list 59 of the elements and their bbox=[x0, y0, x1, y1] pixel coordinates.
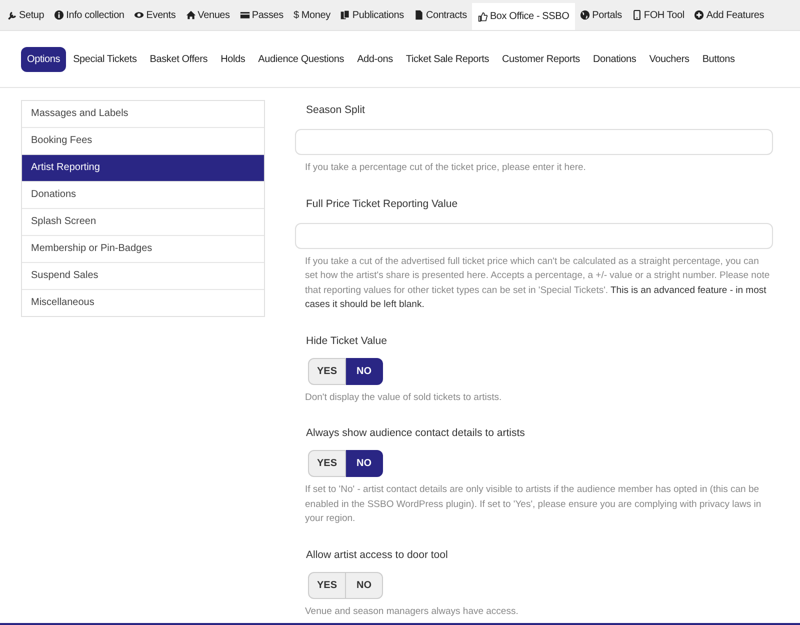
toggle-option[interactable]: NO bbox=[346, 572, 383, 598]
sub-tab[interactable]: Vouchers bbox=[643, 47, 696, 72]
info-icon bbox=[54, 10, 64, 20]
globe-icon bbox=[580, 10, 590, 20]
field-label: Hide Ticket Value bbox=[305, 334, 388, 348]
nav-tab[interactable]: Publications bbox=[335, 0, 409, 30]
toggle-option[interactable]: NO bbox=[346, 450, 383, 477]
help-text: If you take a cut of the advertised full ticket price which can't be calculated as a straight percentage, you can set how the artist's share is presented here. Accepts a percentage, a +/- value or a stright number. Please note that reporting values for other ticket types can be set in 'Special Tickets'. This is an advanced feature - in most cases it should be left blank. bbox=[304, 254, 771, 312]
sub-tab[interactable]: Basket Offers bbox=[144, 47, 214, 72]
field-label: Full Price Ticket Reporting Value bbox=[305, 196, 459, 212]
sub-tab[interactable]: Holds bbox=[214, 47, 252, 72]
nav-tab[interactable]: Passes bbox=[234, 0, 288, 30]
plus-circle-icon bbox=[694, 10, 704, 20]
toggle-option[interactable]: YES bbox=[308, 450, 346, 477]
wrench-icon bbox=[7, 10, 17, 20]
thumbs-up-icon bbox=[478, 12, 488, 22]
nav-tab[interactable]: Events bbox=[129, 0, 181, 30]
nav-tab[interactable]: Contracts bbox=[408, 0, 472, 30]
sidebar-item[interactable]: Membership or Pin-Badges bbox=[22, 235, 264, 262]
field-label: Allow artist access to door tool bbox=[305, 548, 449, 562]
sub-tab[interactable]: Ticket Sale Reports bbox=[400, 47, 496, 72]
toggle-option[interactable]: YES bbox=[308, 572, 346, 598]
sub-tab[interactable]: Donations bbox=[586, 47, 642, 72]
toggle-option[interactable]: YES bbox=[308, 358, 346, 384]
input-field[interactable] bbox=[295, 222, 773, 248]
sidebar-item[interactable]: Splash Screen bbox=[22, 208, 264, 235]
house-icon bbox=[186, 10, 196, 20]
sidebar-item[interactable]: Massages and Labels bbox=[22, 101, 264, 127]
documents-icon bbox=[340, 10, 350, 20]
input-field[interactable] bbox=[295, 129, 773, 155]
sub-tab[interactable]: Special Tickets bbox=[67, 47, 143, 72]
field-label: Season Split bbox=[305, 103, 366, 118]
card-icon bbox=[240, 10, 250, 20]
sidebar-item[interactable]: Suspend Sales bbox=[22, 262, 264, 289]
help-text: Don't display the value of sold tickets to artists. bbox=[304, 390, 503, 404]
nav-tab[interactable]: Portals bbox=[575, 0, 627, 30]
sidebar-item[interactable]: Miscellaneous bbox=[22, 289, 264, 316]
sub-tab[interactable]: Buttons bbox=[696, 47, 741, 72]
eye-icon bbox=[134, 10, 144, 20]
sidebar-item[interactable]: Donations bbox=[22, 181, 264, 208]
nav-tab[interactable]: Setup bbox=[2, 0, 50, 30]
sidebar-item[interactable]: Artist Reporting bbox=[22, 154, 264, 181]
phone-icon bbox=[632, 10, 642, 20]
nav-tab[interactable]: Info collection bbox=[49, 0, 130, 30]
toggle-option[interactable]: NO bbox=[346, 358, 383, 384]
field-label: Always show audience contact details to artists bbox=[305, 426, 526, 441]
nav-tab[interactable]: Box Office - SSBO bbox=[472, 3, 576, 30]
nav-tab[interactable]: FOH Tool bbox=[626, 0, 690, 30]
nav-tab[interactable]: Venues bbox=[180, 0, 235, 30]
nav-tab[interactable]: $ Money bbox=[288, 0, 336, 30]
help-text: Venue and season managers always have access. bbox=[304, 604, 520, 618]
sub-tab[interactable]: Audience Questions bbox=[252, 47, 350, 72]
help-text: If you take a percentage cut of the ticket price, please enter it here. bbox=[304, 161, 587, 175]
sub-tab[interactable]: Add-ons bbox=[351, 47, 399, 72]
document-icon bbox=[414, 10, 424, 20]
sub-tab[interactable]: Options bbox=[21, 47, 66, 72]
sub-tab[interactable]: Customer Reports bbox=[496, 47, 586, 72]
nav-tab[interactable]: Add Features bbox=[689, 0, 769, 30]
help-text: If set to 'No' - artist contact details are only visible to artists if the audience member has opted in (this can be enabled in the SSBO WordPress plugin). If set to 'Yes', please ensure you are complying with privacy laws in your region. bbox=[304, 483, 762, 526]
